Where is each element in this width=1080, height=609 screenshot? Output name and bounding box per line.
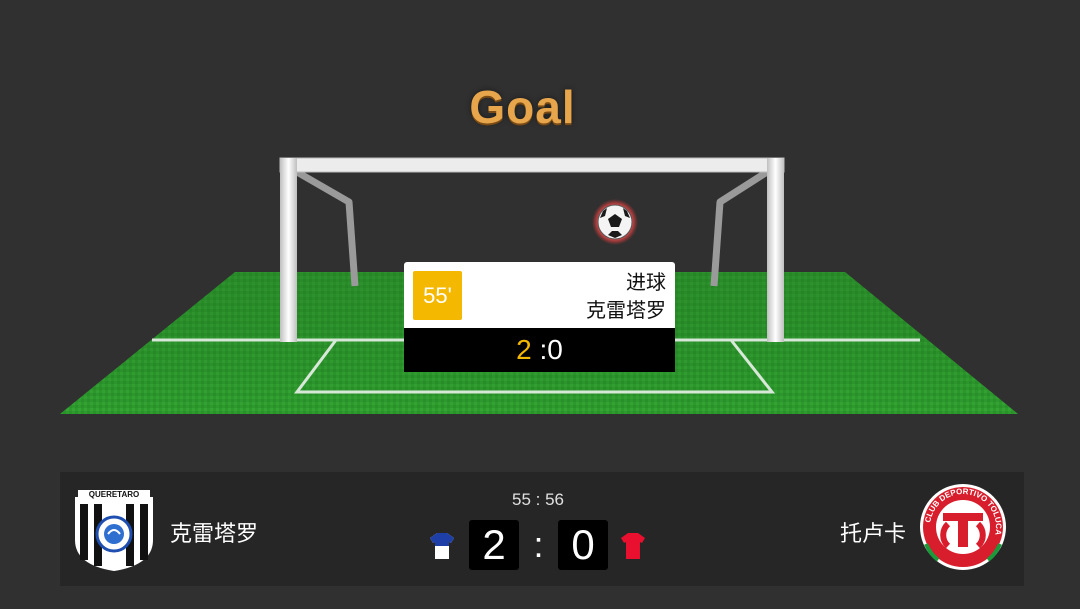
goal-animation-stage: Goal 55' 进球 克雷塔罗 2 :0 QUERETARO 克雷塔罗 55 …	[0, 0, 1080, 609]
event-away-score: :0	[539, 334, 563, 365]
soccer-ball-icon	[592, 199, 638, 245]
home-score: 2	[469, 520, 519, 570]
goal-event-card: 55' 进球 克雷塔罗 2 :0	[404, 262, 675, 372]
event-home-score: 2	[516, 334, 532, 365]
away-score: 0	[558, 520, 608, 570]
event-team-label: 克雷塔罗	[586, 298, 666, 322]
event-score-bar: 2 :0	[404, 328, 675, 372]
event-minute-badge: 55'	[413, 271, 462, 320]
goal-left-support	[295, 168, 359, 287]
home-logo-text: QUERETARO	[89, 490, 140, 499]
scoreboard: QUERETARO 克雷塔罗 55 : 56 2 : 0 托卢卡 CLUB DE…	[60, 472, 1024, 586]
home-team-name: 克雷塔罗	[170, 522, 259, 547]
event-type-label: 进球	[626, 270, 666, 294]
away-shirt-icon	[621, 533, 645, 559]
score-separator: :	[533, 524, 544, 565]
match-clock: 55 : 56	[512, 490, 564, 509]
goal-right-post	[767, 158, 784, 342]
home-team-logo: QUERETARO	[75, 490, 153, 572]
goal-title: Goal	[469, 81, 576, 133]
away-team-logo: CLUB DEPORTIVO TOLUCA	[920, 484, 1006, 570]
home-shirt-icon	[430, 533, 454, 559]
event-card-header: 55' 进球 克雷塔罗	[404, 262, 675, 328]
goal-crossbar	[279, 157, 785, 173]
away-team-name: 托卢卡	[839, 522, 906, 547]
goal-right-support	[710, 169, 769, 287]
goal-left-post	[280, 158, 297, 342]
